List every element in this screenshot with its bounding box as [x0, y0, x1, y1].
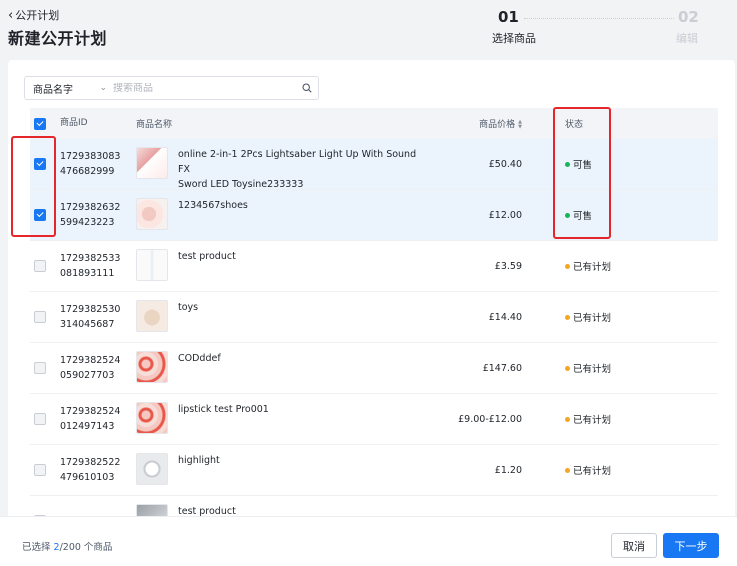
- status-dot-icon: [565, 212, 570, 218]
- status-dot-icon: [565, 365, 570, 371]
- product-name: lipstick test Pro001: [178, 404, 269, 415]
- step-connector: [524, 18, 674, 19]
- col-header-name: 商品名称: [136, 120, 173, 130]
- row-checkbox[interactable]: [34, 413, 46, 425]
- table-row[interactable]: 1729382524 012497143 lipstick test Pro001 £…: [30, 394, 718, 445]
- product-id: 1729382524 012497143: [60, 406, 121, 432]
- selected-suffix: /200 个商品: [59, 542, 113, 553]
- back-link[interactable]: ‹ 公开计划: [8, 7, 59, 23]
- table-row[interactable]: 1729382522 479610103 highlight £1.20 已有计划: [30, 445, 718, 496]
- chevron-left-icon: ‹: [8, 7, 14, 23]
- col-header-price[interactable]: 商品价格 ▲ ▼: [402, 117, 522, 130]
- col-header-status: 状态: [565, 120, 584, 130]
- cancel-button[interactable]: 取消: [611, 533, 657, 558]
- product-thumbnail: [136, 402, 168, 434]
- selected-prefix: 已选择: [22, 542, 54, 553]
- product-name: test product: [178, 251, 236, 262]
- table-row[interactable]: 1729382632 599423223 1234567shoes £12.00 可售: [30, 190, 718, 241]
- stepper: 01 选择商品 02 编辑: [480, 6, 730, 46]
- product-name: test product: [178, 506, 236, 516]
- row-checkbox[interactable]: [34, 158, 46, 170]
- product-price: £50.40: [488, 158, 522, 170]
- product-id: 1729382530 314045687: [60, 304, 121, 330]
- product-price: £1.20: [494, 464, 522, 476]
- product-id: 1729382533 081893111: [60, 253, 121, 279]
- product-name: highlight: [178, 455, 220, 466]
- search-input[interactable]: [113, 82, 296, 94]
- product-thumbnail: [136, 147, 168, 179]
- product-thumbnail: [136, 300, 168, 332]
- status-badge: 可售: [565, 157, 592, 171]
- col-header-id: 商品ID: [60, 118, 88, 128]
- table-row[interactable]: 1729382530 314045687 toys £14.40 已有计划: [30, 292, 718, 343]
- step-1-number: 01: [498, 8, 519, 26]
- row-checkbox[interactable]: [34, 209, 46, 221]
- next-step-button[interactable]: 下一步: [663, 533, 719, 558]
- table-row[interactable]: 1729382524 059027703 CODddef £147.60 已有计划: [30, 343, 718, 394]
- product-price: £147.60: [482, 362, 522, 374]
- table-row[interactable]: 1729383083 476682999 online 2-in-1 2Pcs Li…: [30, 139, 718, 190]
- status-dot-icon: [565, 467, 570, 473]
- row-checkbox[interactable]: [34, 464, 46, 476]
- product-price: £12.00: [488, 209, 522, 221]
- step-2-number: 02: [678, 8, 699, 26]
- status-badge: 已有计划: [565, 412, 611, 426]
- search-field-select[interactable]: 商品名字 ⌄: [25, 81, 113, 96]
- product-price: £14.40: [488, 311, 522, 323]
- product-price: £9.00-£12.00: [458, 413, 522, 425]
- status-dot-icon: [565, 161, 570, 167]
- product-thumbnail: [136, 198, 168, 230]
- status-dot-icon: [565, 416, 570, 422]
- table-header: 商品ID 商品名称 商品价格 ▲ ▼ 状态: [30, 108, 718, 139]
- product-thumbnail: [136, 453, 168, 485]
- footer-bar: 已选择 2/200 个商品 取消 下一步: [0, 516, 737, 566]
- status-badge: 已有计划: [565, 361, 611, 375]
- status-badge: 已有计划: [565, 259, 611, 273]
- row-checkbox[interactable]: [34, 311, 46, 323]
- step-2-label: 编辑: [676, 32, 698, 45]
- status-badge: 已有计划: [565, 310, 611, 324]
- search-bar: 商品名字 ⌄: [24, 76, 319, 100]
- select-all-checkbox[interactable]: [34, 117, 46, 130]
- status-badge: 已有计划: [565, 463, 611, 477]
- back-link-label: 公开计划: [15, 9, 60, 22]
- product-table: 商品ID 商品名称 商品价格 ▲ ▼ 状态 1729383083 476682999 o…: [30, 108, 718, 516]
- product-name: online 2-in-1 2Pcs Lightsaber Light Up W…: [178, 149, 417, 190]
- product-id: 1729382632 599423223: [60, 202, 121, 228]
- status-dot-icon: [565, 263, 570, 269]
- product-name: 1234567shoes: [178, 200, 248, 211]
- selected-count-text: 已选择 2/200 个商品: [22, 539, 112, 553]
- product-thumbnail: [136, 504, 168, 516]
- product-id: 1729382522 479610103: [60, 457, 121, 483]
- row-checkbox[interactable]: [34, 260, 46, 272]
- product-select-card: 商品名字 ⌄ 商品ID 商品名称 商品价格▲▼ 状态 1729383083476…: [8, 60, 735, 566]
- row-checkbox[interactable]: [34, 362, 46, 374]
- col-header-price-label: 商品价格: [479, 120, 516, 130]
- search-field-select-value: 商品名字: [33, 84, 73, 96]
- status-badge: 可售: [565, 208, 592, 222]
- product-price: £3.59: [494, 260, 522, 272]
- product-id: 1729383083 476682999: [60, 151, 121, 177]
- step-1-label: 选择商品: [492, 32, 536, 45]
- sort-icon[interactable]: ▲ ▼: [518, 119, 522, 130]
- chevron-down-icon: ⌄: [99, 83, 107, 93]
- product-name: CODddef: [178, 353, 221, 364]
- product-thumbnail: [136, 351, 168, 383]
- top-bar: ‹ 公开计划 新建公开计划 01 选择商品 02 编辑: [0, 0, 737, 60]
- page-title: 新建公开计划: [8, 29, 108, 48]
- status-dot-icon: [565, 314, 570, 320]
- product-thumbnail: [136, 249, 168, 281]
- product-name: toys: [178, 302, 199, 313]
- table-row[interactable]: 1729382540test product: [30, 496, 718, 516]
- table-row[interactable]: 1729382533 081893111 test product £3.59 已有计划: [30, 241, 718, 292]
- product-id: 1729382524 059027703: [60, 355, 121, 381]
- search-icon[interactable]: [296, 83, 318, 93]
